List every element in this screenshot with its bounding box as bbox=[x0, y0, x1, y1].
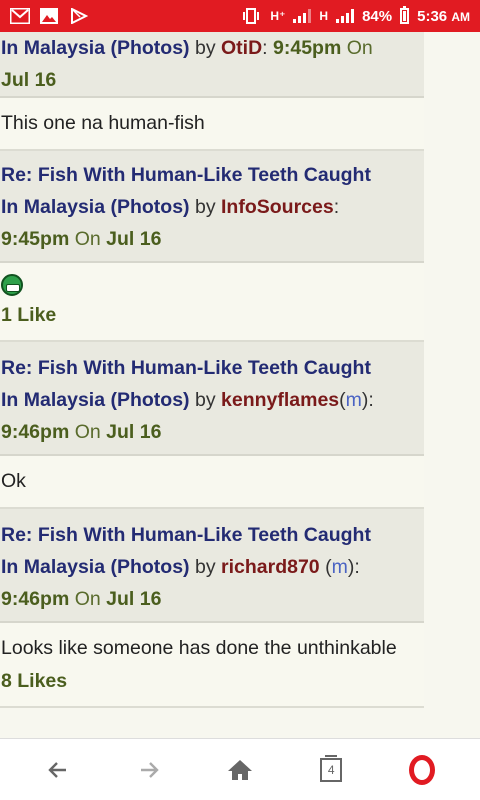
tabs-icon: 4 bbox=[320, 754, 343, 782]
tab-count: 4 bbox=[327, 762, 335, 777]
network-type-2: H bbox=[319, 9, 329, 23]
post-body: Looks like someone has done the unthinka… bbox=[0, 623, 424, 708]
vibrate-icon bbox=[242, 8, 262, 24]
post-date: Jul 16 bbox=[106, 228, 162, 250]
signal-icon bbox=[293, 9, 312, 23]
post-date: Jul 16 bbox=[106, 588, 162, 610]
post-body: 1 Like bbox=[0, 263, 424, 342]
grin-emoji-icon bbox=[1, 273, 23, 296]
post-header: Re: Fish With Human-Like Teeth Caught In… bbox=[0, 509, 424, 623]
post-time: 9:46pm bbox=[1, 588, 70, 610]
signal-icon-2 bbox=[336, 9, 355, 23]
moderator-badge: m bbox=[331, 556, 348, 578]
post-time: 9:45pm bbox=[273, 37, 342, 59]
post-author-link[interactable]: richard870 bbox=[221, 556, 320, 578]
post-time: 9:46pm bbox=[1, 421, 70, 443]
post-date: Jul 16 bbox=[106, 421, 162, 443]
back-arrow-icon bbox=[47, 761, 66, 778]
post-date: Jul 16 bbox=[1, 69, 57, 91]
post-title-link-cont[interactable]: In Malaysia (Photos) bbox=[1, 556, 190, 578]
post-author-link[interactable]: InfoSources bbox=[221, 196, 334, 218]
gmail-icon bbox=[9, 7, 31, 25]
post-title-link[interactable]: Re: Fish With Human-Like Teeth Caught bbox=[1, 164, 371, 186]
browser-nav-bar: 4 bbox=[0, 738, 480, 800]
back-button[interactable] bbox=[30, 742, 86, 798]
post-title-link-cont[interactable]: In Malaysia (Photos) bbox=[1, 196, 190, 218]
tabs-button[interactable]: 4 bbox=[303, 742, 359, 798]
battery-percent: 84% bbox=[362, 7, 393, 25]
clock: 5:36 AM bbox=[417, 7, 470, 25]
post-header: In Malaysia (Photos) by OtiD: 9:45pm On … bbox=[0, 32, 424, 98]
post-header: Re: Fish With Human-Like Teeth Caught In… bbox=[0, 342, 424, 456]
post-title-link-cont[interactable]: In Malaysia (Photos) bbox=[1, 389, 190, 411]
post-body: This one na human-fish bbox=[0, 98, 424, 151]
status-bar: H⁺ H 84% 5:36 AM bbox=[0, 0, 480, 32]
likes-link[interactable]: 8 Likes bbox=[1, 670, 67, 692]
post-body: Ok bbox=[0, 456, 424, 509]
thread-content: In Malaysia (Photos) by OtiD: 9:45pm On … bbox=[0, 32, 424, 738]
home-button[interactable] bbox=[212, 742, 268, 798]
post-author-link[interactable]: OtiD bbox=[221, 37, 262, 59]
network-type-1: H⁺ bbox=[270, 9, 286, 23]
battery-icon bbox=[400, 6, 410, 24]
moderator-badge: m bbox=[345, 389, 362, 411]
opera-menu-button[interactable] bbox=[394, 742, 450, 798]
opera-logo-icon bbox=[409, 754, 436, 785]
post-header: Re: Fish With Human-Like Teeth Caught In… bbox=[0, 151, 424, 263]
post-title-link[interactable]: Re: Fish With Human-Like Teeth Caught bbox=[1, 524, 371, 546]
post-title-link[interactable]: In Malaysia (Photos) bbox=[1, 37, 190, 59]
likes-link[interactable]: 1 Like bbox=[1, 304, 56, 326]
post-title-link[interactable]: Re: Fish With Human-Like Teeth Caught bbox=[1, 357, 371, 379]
gallery-icon bbox=[40, 8, 60, 24]
forward-arrow-icon bbox=[140, 761, 159, 778]
post-author-link[interactable]: kennyflames bbox=[221, 389, 339, 411]
play-store-icon bbox=[70, 7, 90, 25]
post-time: 9:45pm bbox=[1, 228, 70, 250]
home-icon bbox=[227, 759, 252, 780]
forward-button[interactable] bbox=[121, 742, 177, 798]
